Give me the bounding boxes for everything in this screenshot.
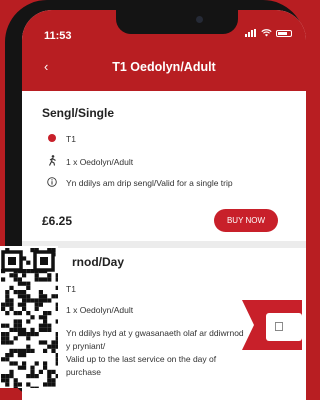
battery-icon <box>276 29 292 37</box>
single-validity-row: Yn ddilys am drip sengl/Valid for a sing… <box>46 177 233 189</box>
status-time: 11:53 <box>44 30 72 42</box>
day-passenger-row: 1 x Oedolyn/Adult <box>46 305 133 315</box>
buy-now-button[interactable]: BUY NOW <box>214 209 278 232</box>
day-passenger-label: 1 x Oedolyn/Adult <box>66 305 134 315</box>
day-validity-line: Valid up to the last service on the day … <box>66 354 217 364</box>
walking-person-icon <box>46 155 58 168</box>
app-store-badge[interactable]:  <box>242 300 302 350</box>
app-store-card[interactable]:  <box>266 313 302 341</box>
section-divider <box>22 241 306 248</box>
camera-icon <box>196 16 203 23</box>
single-validity-text: Yn ddilys am drip sengl/Valid for a sing… <box>66 178 233 188</box>
day-validity-line: y pryniant/ <box>66 341 106 351</box>
qr-code-icon <box>0 246 58 388</box>
single-ticket-row: T1 <box>46 134 76 144</box>
single-section-title: Sengl/Single <box>42 106 115 120</box>
wifi-icon <box>261 29 272 37</box>
info-icon <box>46 177 58 189</box>
phone-notch <box>116 10 238 34</box>
single-passenger-row: 1 x Oedolyn/Adult <box>46 155 133 168</box>
day-validity-line: Yn ddilys hyd at y gwasanaeth olaf ar dd… <box>66 328 244 338</box>
single-ticket-label: T1 <box>66 134 76 144</box>
red-dot-icon <box>48 134 56 142</box>
single-price: £6.25 <box>42 214 73 228</box>
day-validity-line: purchase <box>66 367 101 377</box>
status-icons <box>245 29 292 37</box>
day-section-title: rnod/Day <box>72 255 125 269</box>
page-title: T1 Oedolyn/Adult <box>112 60 216 74</box>
day-validity-text: Yn ddilys hyd at y gwasanaeth olaf ar dd… <box>66 327 266 379</box>
apple-icon:  <box>274 319 284 334</box>
single-passenger-label: 1 x Oedolyn/Adult <box>66 156 134 167</box>
day-ticket-label: T1 <box>66 284 76 294</box>
signal-icon <box>245 29 257 37</box>
